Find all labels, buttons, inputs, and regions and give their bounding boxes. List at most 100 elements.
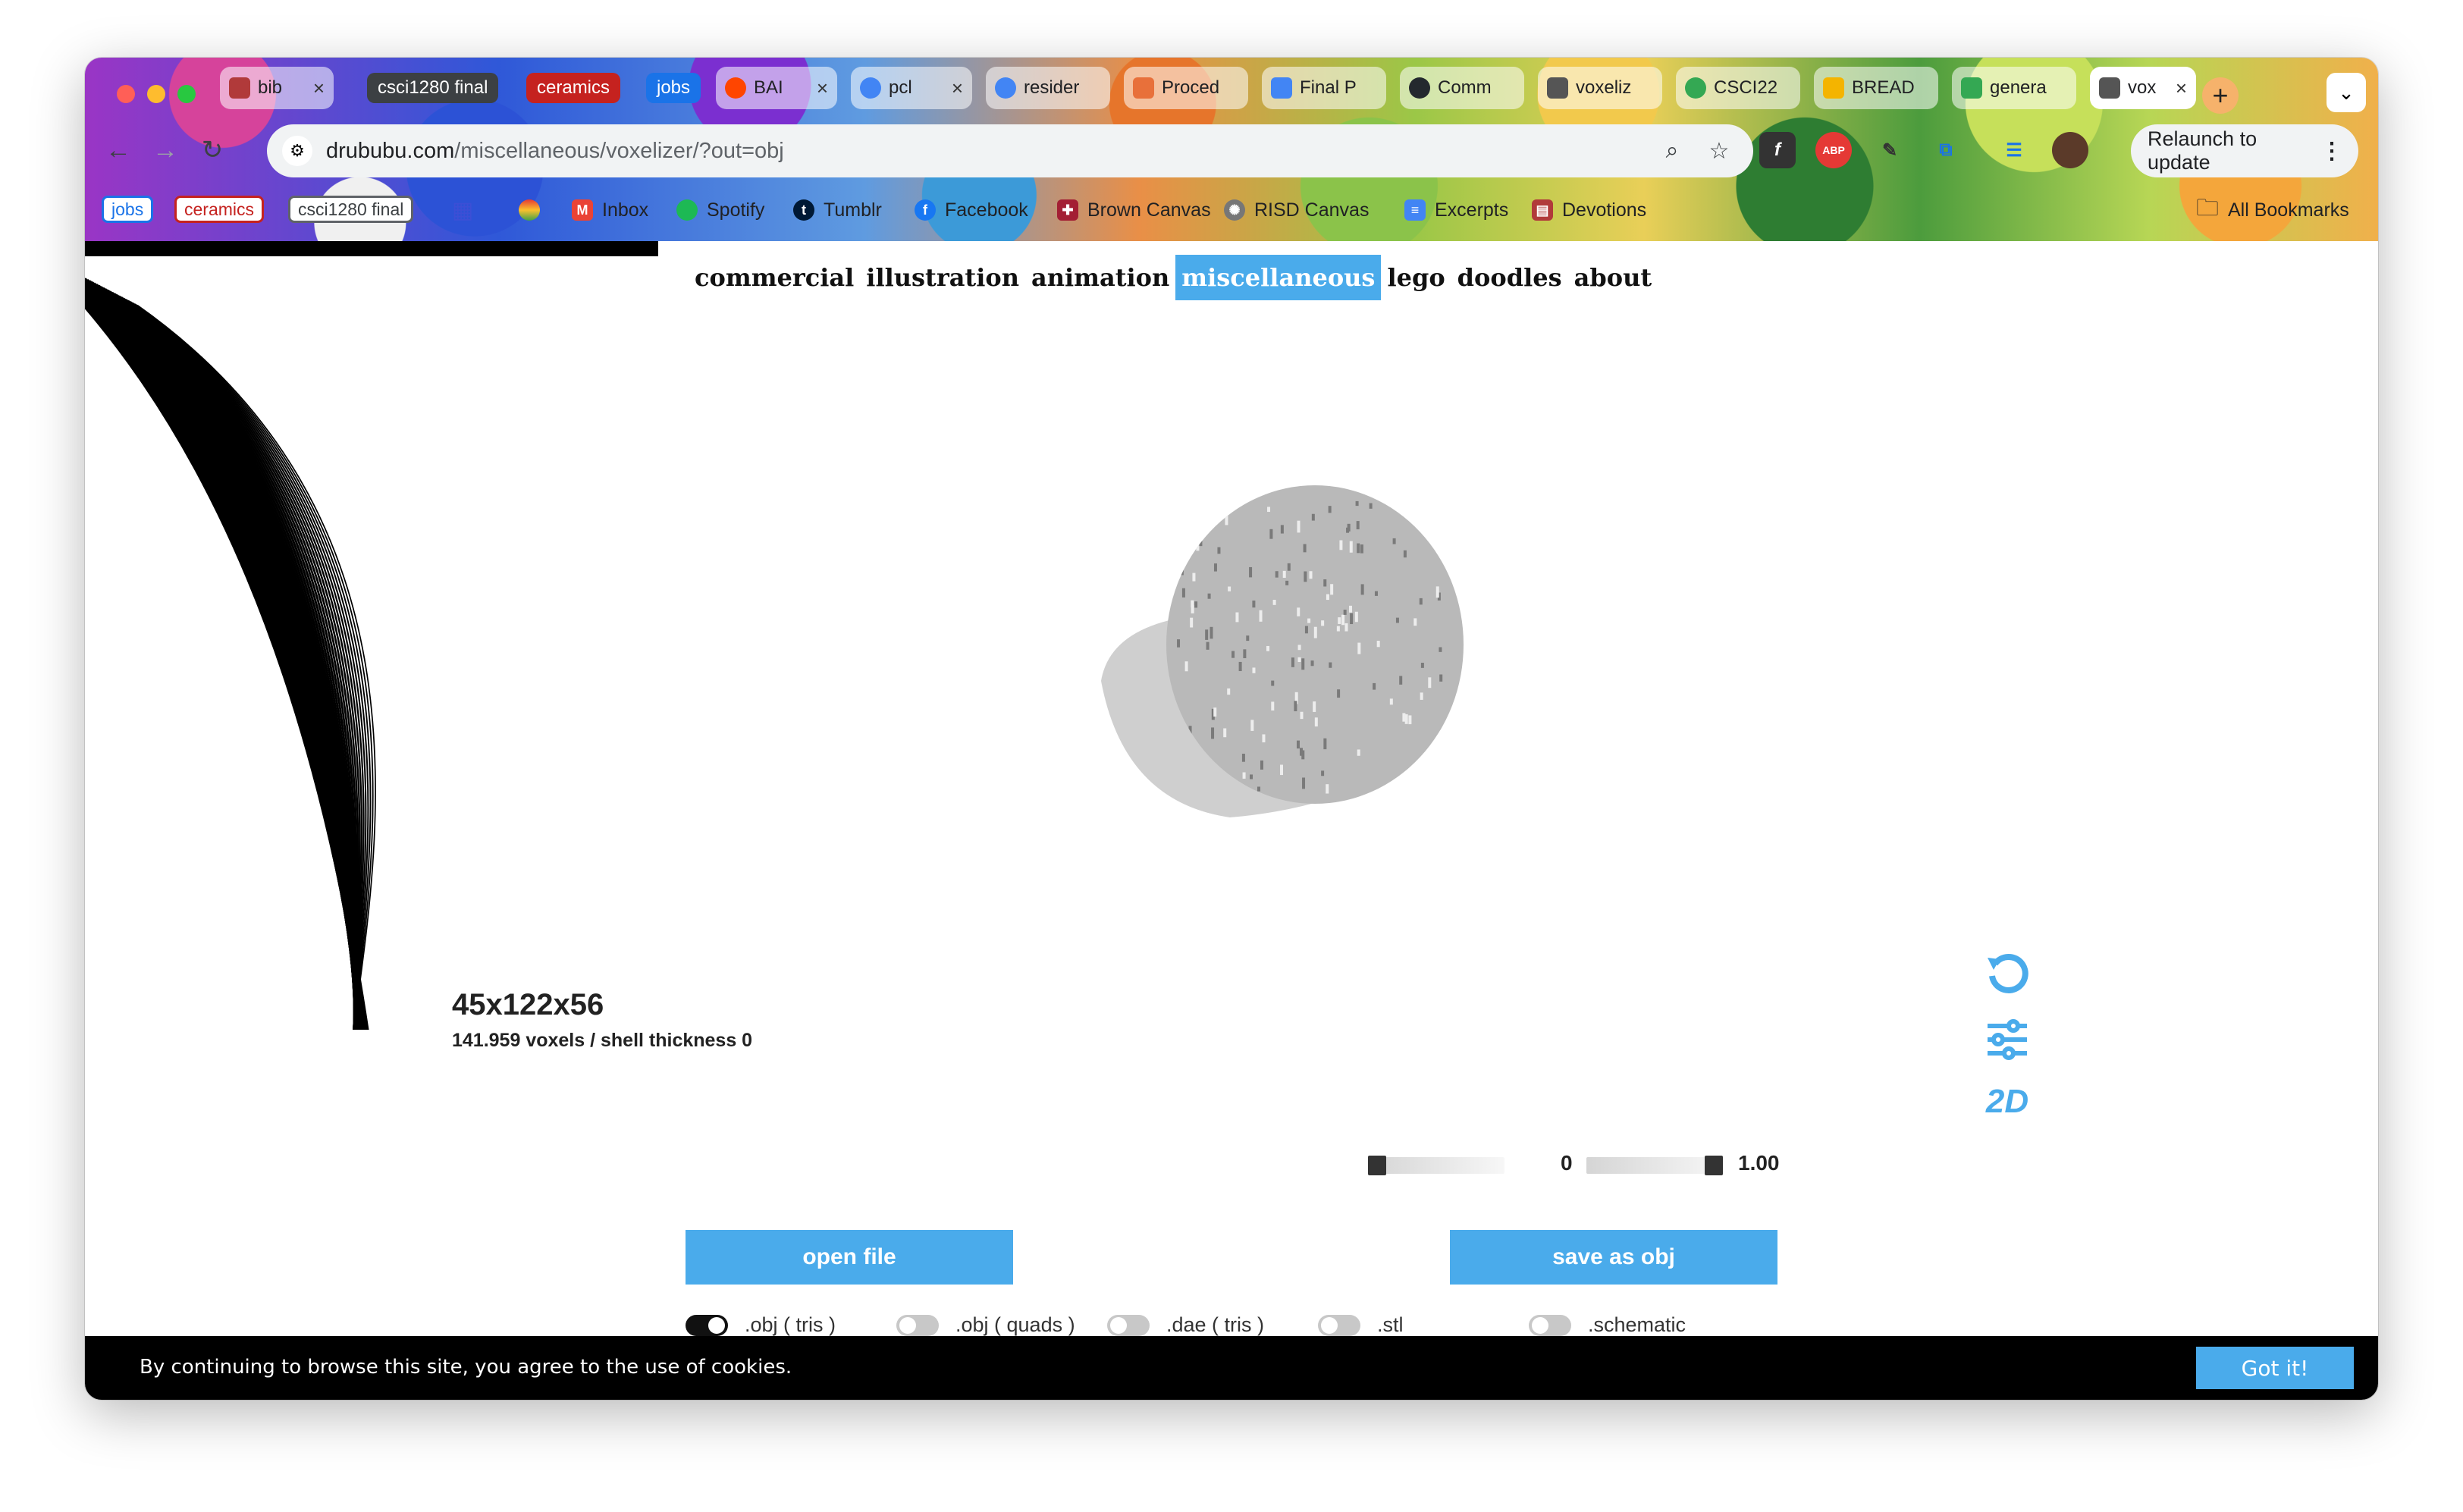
bookmark-star-icon[interactable]: ☆ (1703, 135, 1735, 167)
minimize-window-button[interactable] (147, 85, 165, 103)
nav-commercial[interactable]: commercial (689, 255, 860, 300)
bookmark-group-ceramics[interactable]: ceramics (174, 196, 265, 223)
tab-bread[interactable]: BREAD (1814, 67, 1938, 109)
bookmark-group-jobs[interactable]: jobs (102, 196, 154, 223)
reload-button[interactable]: ↻ (194, 132, 231, 168)
bookmark-risd-canvas[interactable]: ✺ RISD Canvas (1224, 194, 1369, 226)
nav-illustration[interactable]: illustration (860, 255, 1025, 300)
tab-pcl[interactable]: pcl × (851, 67, 972, 109)
bookmark-facebook[interactable]: f Facebook (915, 194, 1028, 226)
more-menu-icon[interactable]: ⋮ (2320, 138, 2343, 165)
zoom-window-button[interactable] (177, 85, 196, 103)
tab-bib[interactable]: bib × (220, 67, 334, 109)
slider-left[interactable] (1368, 1156, 1504, 1175)
profile-avatar[interactable] (2052, 132, 2088, 168)
fontface-extension-icon[interactable]: f (1759, 132, 1796, 168)
rainbow-icon (519, 199, 540, 221)
rotate-icon[interactable] (1981, 946, 2034, 999)
tab-comm[interactable]: Comm (1400, 67, 1524, 109)
adblock-plus-icon[interactable]: ABP (1815, 132, 1852, 168)
bookmark-spotify[interactable]: Spotify (676, 194, 764, 226)
tab-label: BAI (754, 77, 783, 98)
format-obj-tris[interactable]: .obj ( tris ) (686, 1313, 836, 1337)
tab-genera[interactable]: genera (1952, 67, 2076, 109)
back-button[interactable]: ← (100, 132, 136, 168)
tab-search-button[interactable]: ⌄ (2327, 73, 2366, 112)
relaunch-to-update-button[interactable]: Relaunch to update ⋮ (2131, 124, 2358, 177)
close-tab-icon[interactable]: × (2176, 77, 2187, 100)
tab-group-csci1280-final[interactable]: csci1280 final (367, 73, 499, 103)
color-picker-icon[interactable]: ✎ (1872, 132, 1908, 168)
voxel-model-preview[interactable] (1078, 484, 1488, 817)
save-as-obj-button[interactable]: save as obj (1450, 1230, 1777, 1285)
bookmark-tumblr[interactable]: t Tumblr (793, 194, 882, 226)
bookmark-inbox[interactable]: M Inbox (572, 194, 648, 226)
cookie-accept-button[interactable]: Got it! (2196, 1347, 2354, 1389)
bookmark-brown-canvas[interactable]: ✚ Brown Canvas (1057, 194, 1211, 226)
cookie-message: By continuing to browse this site, you a… (140, 1356, 792, 1379)
tab-csci22[interactable]: CSCI22 (1676, 67, 1800, 109)
apps-grid-icon[interactable]: ▦ (452, 194, 473, 226)
format-dae-tris[interactable]: .dae ( tris ) (1107, 1313, 1264, 1337)
reading-list-icon[interactable]: ☰ (1996, 132, 2032, 168)
spotify-icon (676, 199, 698, 221)
url-text[interactable]: drububu.com/miscellaneous/voxelizer/?out… (326, 139, 784, 164)
format-stl[interactable]: .stl (1318, 1313, 1404, 1337)
bookmark-devotions[interactable]: ▤ Devotions (1532, 194, 1646, 226)
nav-doodles[interactable]: doodles (1451, 255, 1568, 300)
settings-sliders-icon[interactable] (1981, 1013, 2034, 1066)
slider-right-value: 1.00 (1738, 1151, 1780, 1175)
brown-shield-icon: ✚ (1057, 199, 1078, 221)
tab-vox-active[interactable]: vox × (2090, 67, 2196, 109)
tab-final-p[interactable]: Final P (1262, 67, 1386, 109)
nav-animation[interactable]: animation (1025, 255, 1175, 300)
folder-icon: 🗀 (2196, 195, 2219, 221)
close-tab-icon[interactable]: × (313, 77, 325, 100)
format-toggle[interactable] (896, 1314, 939, 1336)
tab-resider[interactable]: resider (986, 67, 1110, 109)
all-bookmarks-button[interactable]: 🗀 All Bookmarks (2196, 194, 2349, 226)
2d-icon[interactable]: 2D (1981, 1075, 2034, 1128)
format-toggle[interactable] (1318, 1314, 1360, 1336)
tab-label: Proced (1162, 77, 1220, 98)
close-tab-icon[interactable]: × (952, 77, 963, 100)
tab-proced[interactable]: Proced (1124, 67, 1248, 109)
format-toggle[interactable] (686, 1314, 728, 1336)
slider-left-handle[interactable] (1368, 1156, 1386, 1175)
format-label: .schematic (1588, 1313, 1686, 1336)
tab-group-jobs[interactable]: jobs (646, 73, 701, 103)
close-window-button[interactable] (117, 85, 135, 103)
voxelizer-favicon-icon (1547, 77, 1568, 99)
nav-miscellaneous[interactable]: miscellaneous (1175, 255, 1382, 300)
rainbow-bookmark[interactable] (519, 194, 549, 226)
page-content: commercial illustration animation miscellan… (85, 241, 2378, 1400)
nav-about[interactable]: about (1568, 255, 1658, 300)
gmail-icon: M (572, 199, 593, 221)
bookmark-label: Spotify (707, 199, 765, 221)
forward-button[interactable]: → (147, 132, 184, 168)
bookmark-excerpts[interactable]: ≡ Excerpts (1404, 194, 1508, 226)
new-tab-button[interactable]: + (2202, 77, 2239, 114)
format-schematic[interactable]: .schematic (1529, 1313, 1686, 1337)
tab-voxeliz[interactable]: voxeliz (1538, 67, 1662, 109)
slider-right-handle[interactable] (1705, 1156, 1723, 1175)
close-tab-icon[interactable]: × (817, 77, 828, 100)
site-info-icon[interactable]: ⚙ (282, 136, 312, 166)
format-label: .obj ( tris ) (745, 1313, 836, 1336)
nav-lego[interactable]: lego (1381, 255, 1451, 300)
extensions-puzzle-icon[interactable]: ⧉ (1928, 132, 1964, 168)
tab-group-ceramics[interactable]: ceramics (526, 73, 621, 103)
open-file-button[interactable]: open file (686, 1230, 1013, 1285)
address-bar[interactable]: ⚙ drububu.com/miscellaneous/voxelizer/?o… (267, 124, 1753, 177)
bookmark-group-csci1280-final[interactable]: csci1280 final (288, 196, 414, 223)
tab-label: BREAD (1852, 77, 1915, 98)
zoom-icon[interactable]: ⌕ (1656, 135, 1688, 167)
tab-bai[interactable]: BAI × (716, 67, 837, 109)
slider-right[interactable] (1586, 1156, 1723, 1175)
bookmark-label: Devotions (1562, 199, 1647, 221)
format-obj-quads[interactable]: .obj ( quads ) (896, 1313, 1075, 1337)
chip-label: csci1280 final (298, 199, 404, 219)
format-toggle[interactable] (1529, 1314, 1571, 1336)
format-toggle[interactable] (1107, 1314, 1150, 1336)
model-dimensions: 45x122x56 (452, 988, 604, 1021)
